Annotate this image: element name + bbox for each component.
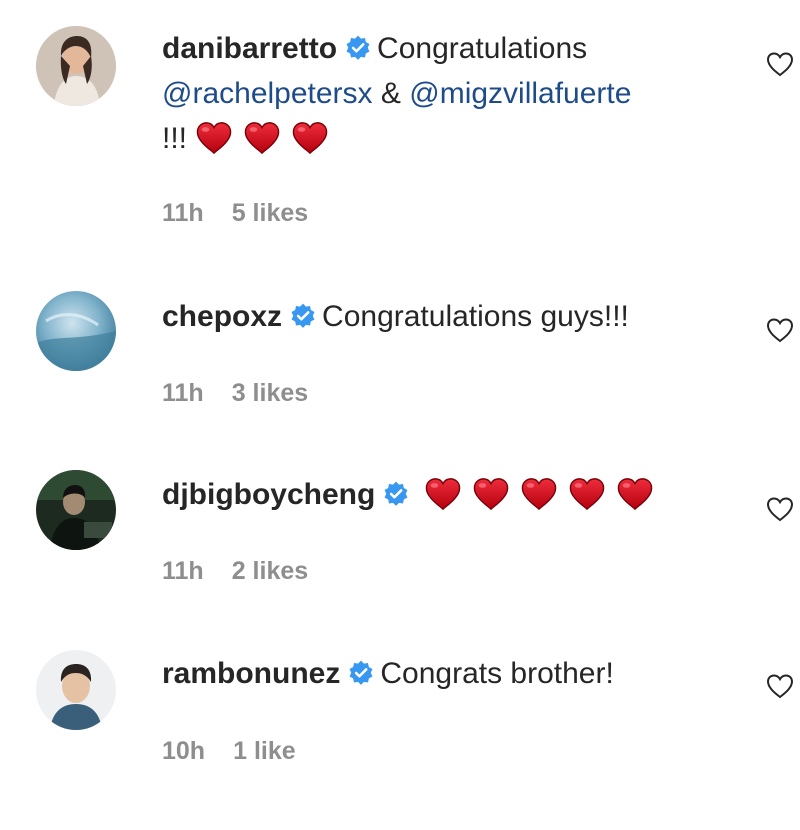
comment-body: Congratulations [377,32,588,65]
verified-badge-icon [348,660,374,686]
comment-meta: 11h 2 likes [162,557,308,586]
timestamp[interactable]: 10h [162,737,205,766]
verified-badge-icon [383,481,409,507]
emoji-group [195,121,339,168]
timestamp[interactable]: 11h [162,379,204,408]
comment-meta: 11h 5 likes [162,199,308,228]
comment-connector: & [380,77,401,110]
emoji-group [424,477,664,524]
heart-outline-icon[interactable] [766,673,794,699]
comment-meta: 10h 1 like [162,737,296,766]
red-heart-emoji-icon [424,477,462,511]
comment-suffix: !!! [162,122,188,155]
red-heart-emoji-icon [291,121,329,155]
comment-body: Congrats brother! [380,657,614,690]
username[interactable]: danibarretto [162,32,337,65]
likes-count[interactable]: 3 likes [232,379,308,408]
red-heart-emoji-icon [520,477,558,511]
mention-link[interactable]: @rachelpetersx [162,77,373,110]
heart-outline-icon[interactable] [766,51,794,77]
comment-text: danibarretto Congratulations @rachelpeter… [162,26,722,168]
likes-count[interactable]: 5 likes [232,199,308,228]
red-heart-emoji-icon [243,121,281,155]
username[interactable]: chepoxz [162,300,282,333]
timestamp[interactable]: 11h [162,199,204,228]
red-heart-emoji-icon [472,477,510,511]
comment-body: Congratulations guys!!! [322,300,629,333]
heart-outline-icon[interactable] [766,496,794,522]
avatar[interactable] [36,650,116,730]
username[interactable]: rambonunez [162,657,340,690]
avatar[interactable] [36,470,116,550]
comment-text: rambonunez Congrats brother! [162,651,722,696]
timestamp[interactable]: 11h [162,557,204,586]
comment-text: djbigboycheng [162,472,722,524]
heart-outline-icon[interactable] [766,317,794,343]
avatar[interactable] [36,26,116,106]
avatar[interactable] [36,291,116,371]
username[interactable]: djbigboycheng [162,478,375,511]
red-heart-emoji-icon [616,477,654,511]
likes-count[interactable]: 2 likes [232,557,308,586]
mention-link[interactable]: @migzvillafuerte [409,77,631,110]
red-heart-emoji-icon [568,477,606,511]
verified-badge-icon [345,35,371,61]
comment-meta: 11h 3 likes [162,379,308,408]
likes-count[interactable]: 1 like [233,737,296,766]
verified-badge-icon [290,303,316,329]
comment-text: chepoxz Congratulations guys!!! [162,294,722,339]
red-heart-emoji-icon [195,121,233,155]
